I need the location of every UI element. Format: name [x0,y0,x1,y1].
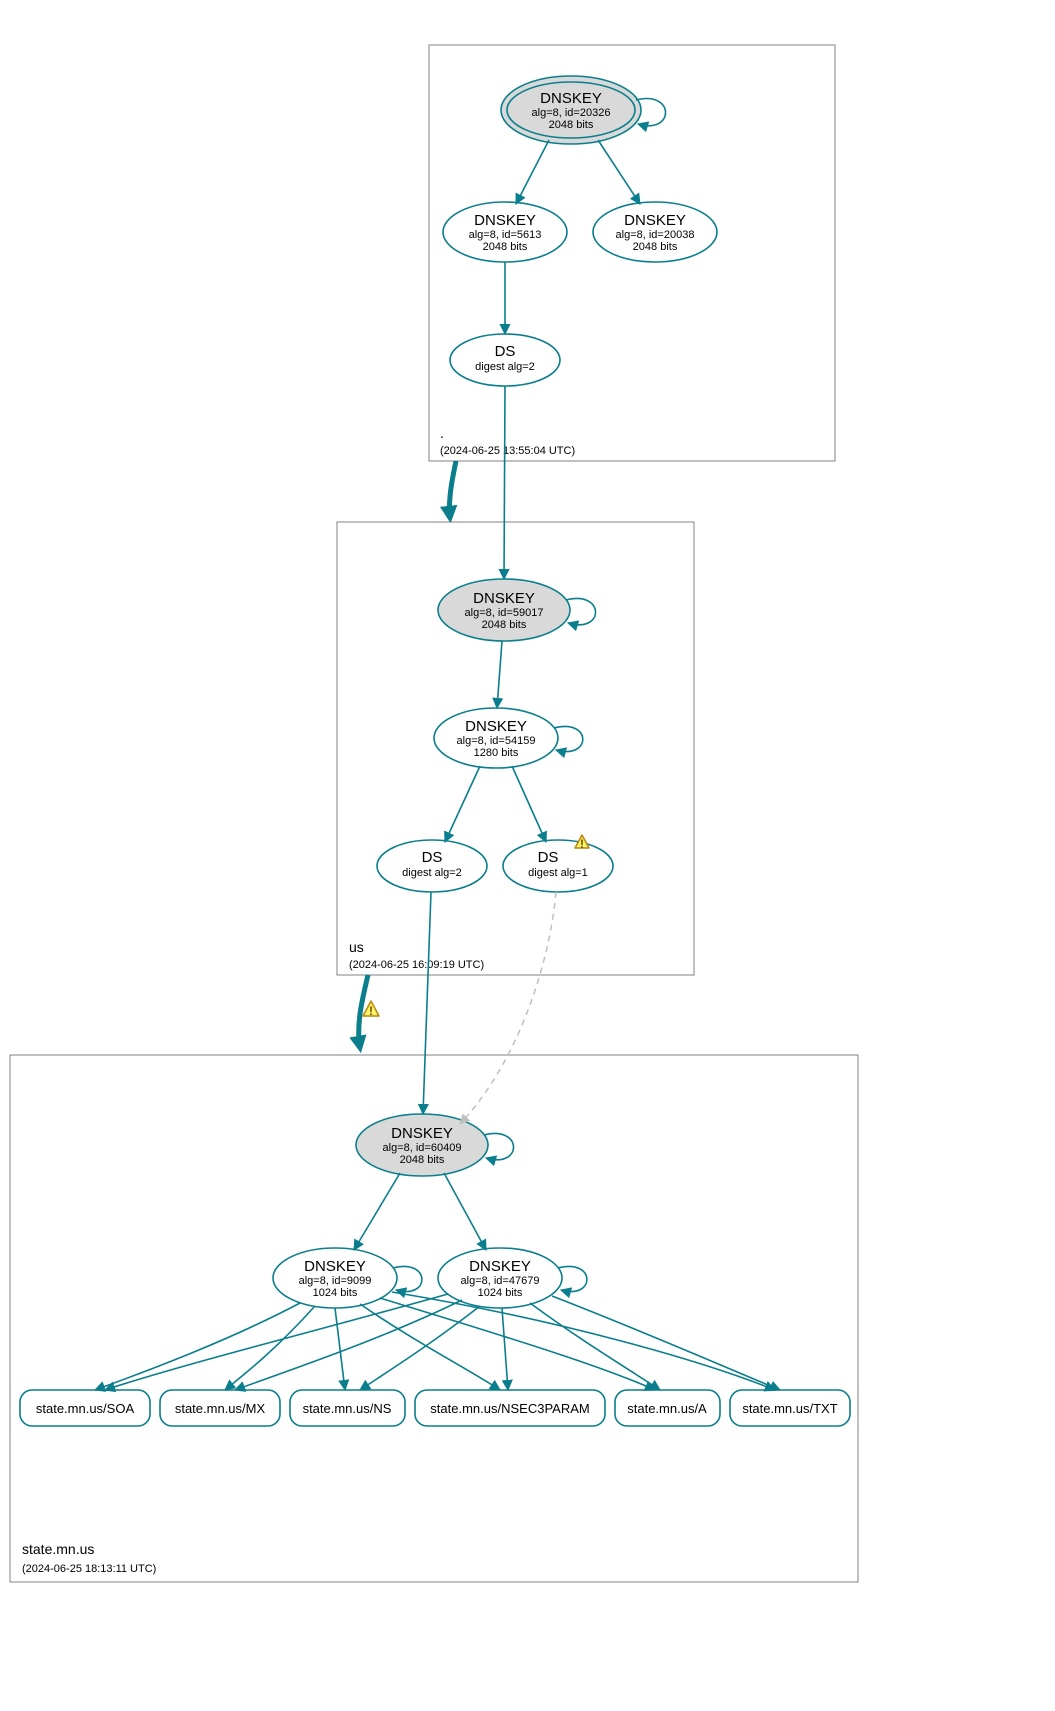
edge [444,1173,486,1250]
node-dnskey-root-zsk1: DNSKEY alg=8, id=5613 2048 bits [443,202,567,262]
edge [380,1298,655,1390]
svg-text:alg=8, id=60409: alg=8, id=60409 [383,1142,462,1154]
edge [360,1304,500,1390]
svg-text:DNSKEY: DNSKEY [540,90,602,107]
svg-text:digest alg=1: digest alg=1 [528,867,588,879]
dnssec-chain-diagram: . (2024-06-25 13:55:04 UTC) DNSKEY alg=8… [0,0,1055,1711]
svg-text:digest alg=2: digest alg=2 [402,867,462,879]
node-rrset-mx: state.mn.us/MX [160,1390,280,1426]
zone-label-state: state.mn.us [22,1541,94,1557]
svg-text:1024 bits: 1024 bits [478,1287,523,1299]
svg-text:!: ! [369,1004,373,1018]
svg-text:DNSKEY: DNSKEY [624,212,686,229]
svg-text:state.mn.us/A: state.mn.us/A [627,1401,707,1416]
svg-text:state.mn.us/TXT: state.mn.us/TXT [742,1401,837,1416]
node-rrset-nsec3: state.mn.us/NSEC3PARAM [415,1390,605,1426]
node-dnskey-us-zsk: DNSKEY alg=8, id=54159 1280 bits [434,708,558,768]
edge [504,386,505,579]
svg-text:2048 bits: 2048 bits [633,241,678,253]
node-rrset-a: state.mn.us/A [615,1390,720,1426]
svg-text:DS: DS [495,343,516,360]
svg-text:!: ! [580,837,584,851]
node-ds-us-2: DS digest alg=1 ! [503,835,613,892]
svg-text:state.mn.us/SOA: state.mn.us/SOA [36,1401,135,1416]
node-ds-root: DS digest alg=2 [450,334,560,386]
zone-label-us: us [349,939,364,955]
warning-icon: ! [575,835,589,851]
svg-text:DS: DS [538,849,559,866]
svg-text:digest alg=2: digest alg=2 [475,361,535,373]
edge [497,641,502,708]
edge [445,766,480,842]
node-rrset-txt: state.mn.us/TXT [730,1390,850,1426]
edge [354,1173,400,1250]
edge [512,766,546,842]
node-dnskey-us-ksk: DNSKEY alg=8, id=59017 2048 bits [438,579,570,641]
zone-ts-state: (2024-06-25 18:13:11 UTC) [22,1563,156,1575]
node-dnskey-state-ksk: DNSKEY alg=8, id=60409 2048 bits [356,1114,488,1176]
svg-text:DNSKEY: DNSKEY [469,1258,531,1275]
zone-ts-us: (2024-06-25 16:09:19 UTC) [349,959,484,971]
svg-text:state.mn.us/MX: state.mn.us/MX [175,1401,266,1416]
svg-text:2048 bits: 2048 bits [400,1154,445,1166]
edge-zone-boundary [449,461,456,518]
edge [502,1308,508,1390]
edge [598,140,640,204]
edge [335,1308,345,1390]
svg-text:2048 bits: 2048 bits [549,119,594,131]
svg-text:DNSKEY: DNSKEY [304,1258,366,1275]
edge [423,892,431,1114]
svg-text:state.mn.us/NS: state.mn.us/NS [303,1401,392,1416]
svg-text:alg=8, id=5613: alg=8, id=5613 [469,229,542,241]
node-dnskey-state-zsk2: DNSKEY alg=8, id=47679 1024 bits [438,1248,562,1308]
node-rrset-soa: state.mn.us/SOA [20,1390,150,1426]
svg-text:2048 bits: 2048 bits [482,619,527,631]
warning-icon: ! [363,1001,379,1018]
zone-label-root: . [440,425,444,441]
edge-dashed [460,892,556,1124]
svg-text:alg=8, id=9099: alg=8, id=9099 [299,1275,372,1287]
svg-text:alg=8, id=54159: alg=8, id=54159 [457,735,536,747]
svg-text:DNSKEY: DNSKEY [473,590,535,607]
svg-text:alg=8, id=47679: alg=8, id=47679 [461,1275,540,1287]
svg-text:alg=8, id=20038: alg=8, id=20038 [616,229,695,241]
svg-text:1280 bits: 1280 bits [474,747,519,759]
node-dnskey-root-ksk: DNSKEY alg=8, id=20326 2048 bits [501,76,641,144]
node-dnskey-root-zsk2: DNSKEY alg=8, id=20038 2048 bits [593,202,717,262]
node-ds-us-1: DS digest alg=2 [377,840,487,892]
edge [516,140,549,204]
svg-text:DNSKEY: DNSKEY [474,212,536,229]
node-rrset-ns: state.mn.us/NS [290,1390,405,1426]
svg-text:alg=8, id=59017: alg=8, id=59017 [465,607,544,619]
svg-text:2048 bits: 2048 bits [483,241,528,253]
svg-text:DNSKEY: DNSKEY [465,718,527,735]
svg-text:DNSKEY: DNSKEY [391,1125,453,1142]
svg-text:1024 bits: 1024 bits [313,1287,358,1299]
svg-text:DS: DS [422,849,443,866]
node-dnskey-state-zsk1: DNSKEY alg=8, id=9099 1024 bits [273,1248,397,1308]
zone-ts-root: (2024-06-25 13:55:04 UTC) [440,445,575,457]
svg-text:alg=8, id=20326: alg=8, id=20326 [532,107,611,119]
svg-text:state.mn.us/NSEC3PARAM: state.mn.us/NSEC3PARAM [430,1401,589,1416]
